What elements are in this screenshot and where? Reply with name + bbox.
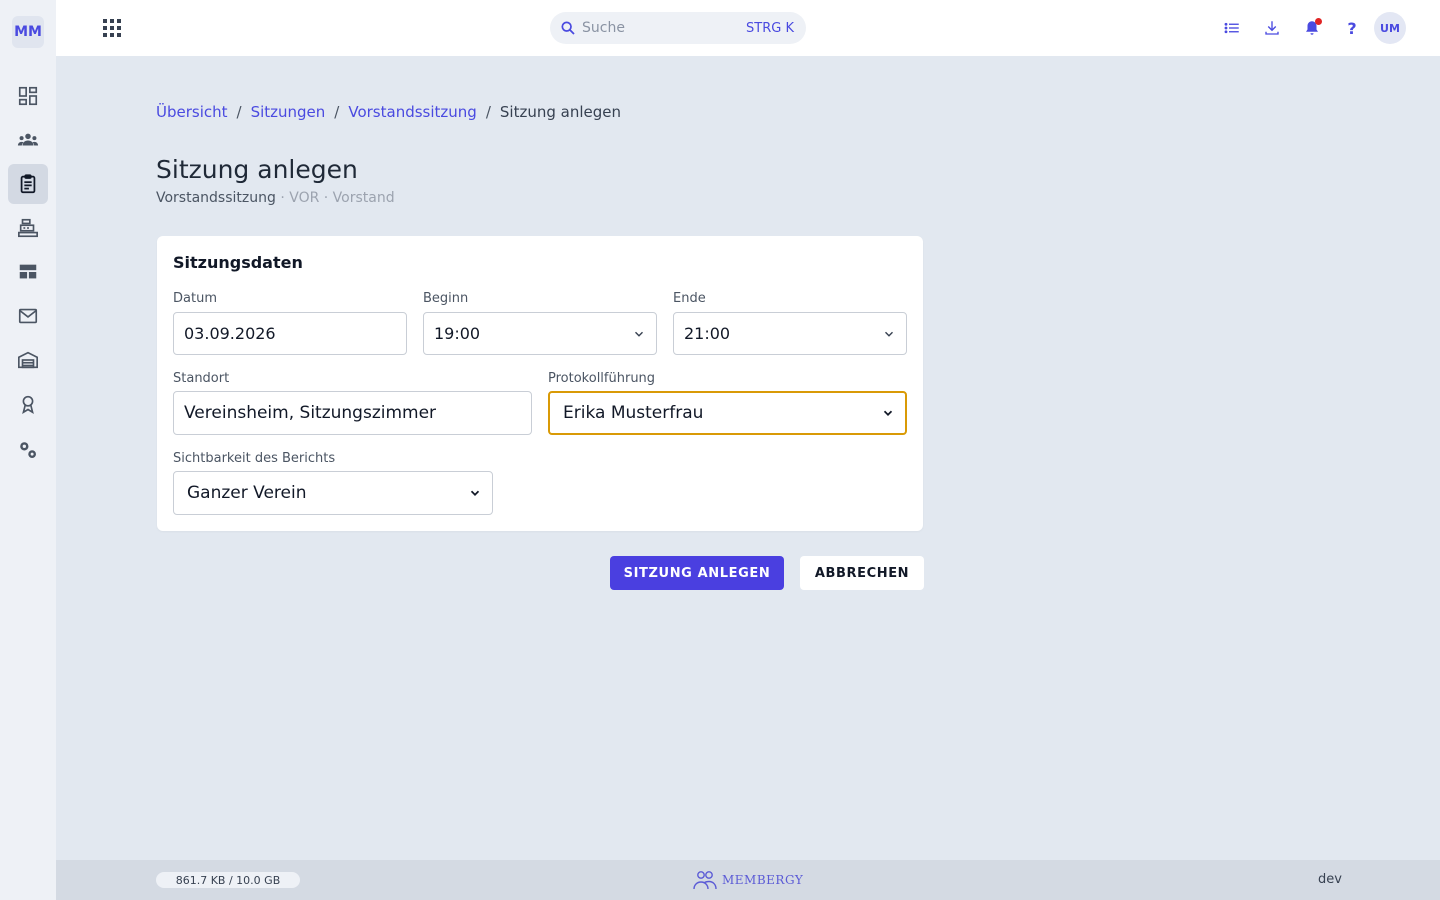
breadcrumb-separator: / bbox=[485, 103, 491, 121]
card-title: Sitzungsdaten bbox=[173, 253, 303, 272]
breadcrumb-current: Sitzung anlegen bbox=[499, 103, 621, 121]
breadcrumb: Übersicht / Sitzungen / Vorstandssitzung… bbox=[156, 103, 621, 121]
sidebar: MM bbox=[0, 0, 56, 900]
nav-mail[interactable] bbox=[8, 296, 48, 336]
clipboard-icon bbox=[20, 174, 36, 194]
minute-taker-value: Erika Musterfrau bbox=[563, 403, 704, 423]
chevron-down-icon bbox=[883, 410, 893, 416]
top-bar: Suche STRG K ? UM bbox=[56, 0, 1440, 56]
list-button[interactable] bbox=[1220, 16, 1244, 40]
help-button[interactable]: ? bbox=[1340, 16, 1364, 40]
apps-grid-icon[interactable] bbox=[100, 16, 124, 40]
end-time-value: 21:00 bbox=[684, 324, 731, 343]
minute-taker-label: Protokollführung bbox=[548, 371, 656, 386]
visibility-label: Sichtbarkeit des Berichts bbox=[173, 451, 336, 466]
nav-cash[interactable] bbox=[8, 208, 48, 248]
visibility-select[interactable]: Ganzer Verein bbox=[173, 471, 493, 515]
nav-meetings[interactable] bbox=[8, 164, 48, 204]
create-meeting-button[interactable]: SITZUNG ANLEGEN bbox=[610, 556, 784, 590]
nav-members[interactable] bbox=[8, 120, 48, 160]
cancel-button[interactable]: ABBRECHEN bbox=[800, 556, 924, 590]
search-shortcut: STRG K bbox=[746, 20, 794, 36]
members-icon bbox=[17, 133, 39, 146]
footer: 861.7 KB / 10.0 GB MEMBERGY dev bbox=[56, 860, 1440, 900]
location-value: Vereinsheim, Sitzungszimmer bbox=[184, 403, 437, 423]
nav-awards[interactable] bbox=[8, 384, 48, 424]
search-placeholder: Suche bbox=[582, 20, 625, 36]
help-icon: ? bbox=[1347, 18, 1357, 38]
list-icon bbox=[1224, 22, 1239, 34]
breadcrumb-board-meeting[interactable]: Vorstandssitzung bbox=[348, 103, 476, 121]
date-value: 03.09.2026 bbox=[184, 324, 276, 343]
search-icon bbox=[561, 21, 575, 35]
download-icon bbox=[1265, 21, 1279, 35]
notification-dot bbox=[1315, 18, 1322, 25]
meeting-data-card: Sitzungsdaten Datum 03.09.2026 Beginn 19… bbox=[157, 236, 923, 531]
page-title: Sitzung anlegen bbox=[156, 155, 358, 184]
page-subtitle: Vorstandssitzung · VOR · Vorstand bbox=[156, 190, 395, 206]
minute-taker-select[interactable]: Erika Musterfrau bbox=[548, 391, 907, 435]
end-label: Ende bbox=[673, 291, 706, 306]
breadcrumb-separator: / bbox=[236, 103, 242, 121]
subtitle-meeting-type: Vorstandssitzung bbox=[156, 190, 276, 206]
breadcrumb-separator: / bbox=[334, 103, 340, 121]
breadcrumb-meetings[interactable]: Sitzungen bbox=[251, 103, 326, 121]
date-label: Datum bbox=[173, 291, 217, 306]
storage-usage: 861.7 KB / 10.0 GB bbox=[156, 872, 300, 888]
subtitle-meta: · VOR · Vorstand bbox=[275, 190, 395, 206]
app-logo[interactable]: MM bbox=[12, 16, 44, 48]
nav-warehouse[interactable] bbox=[8, 340, 48, 380]
award-icon bbox=[22, 395, 34, 414]
notifications-button[interactable] bbox=[1300, 16, 1324, 40]
membergy-logo-icon bbox=[693, 871, 717, 890]
location-label: Standort bbox=[173, 371, 230, 386]
avatar[interactable]: UM bbox=[1374, 12, 1406, 44]
end-time-select[interactable]: 21:00 bbox=[673, 312, 907, 355]
warehouse-icon bbox=[18, 351, 38, 369]
start-time-value: 19:00 bbox=[434, 324, 481, 343]
visibility-value: Ganzer Verein bbox=[187, 483, 307, 503]
layout-icon bbox=[19, 264, 37, 279]
breadcrumb-overview[interactable]: Übersicht bbox=[156, 103, 228, 121]
start-label: Beginn bbox=[423, 291, 469, 306]
download-button[interactable] bbox=[1260, 16, 1284, 40]
brand-name: MEMBERGY bbox=[722, 873, 804, 887]
brand-logo: MEMBERGY bbox=[692, 869, 803, 891]
nav-layout[interactable] bbox=[8, 252, 48, 292]
dashboard-icon bbox=[18, 86, 38, 106]
chevron-down-icon bbox=[635, 331, 643, 337]
settings-icon bbox=[20, 442, 36, 458]
date-field[interactable]: 03.09.2026 bbox=[173, 312, 407, 355]
mail-icon bbox=[18, 308, 38, 324]
nav-dashboard[interactable] bbox=[8, 76, 48, 116]
chevron-down-icon bbox=[470, 490, 480, 496]
nav-settings[interactable] bbox=[8, 430, 48, 470]
location-input[interactable]: Vereinsheim, Sitzungszimmer bbox=[173, 391, 532, 435]
cash-register-icon bbox=[18, 218, 38, 238]
start-time-select[interactable]: 19:00 bbox=[423, 312, 657, 355]
search-input[interactable]: Suche STRG K bbox=[550, 12, 806, 44]
environment-label: dev bbox=[1318, 872, 1342, 887]
chevron-down-icon bbox=[885, 331, 893, 337]
